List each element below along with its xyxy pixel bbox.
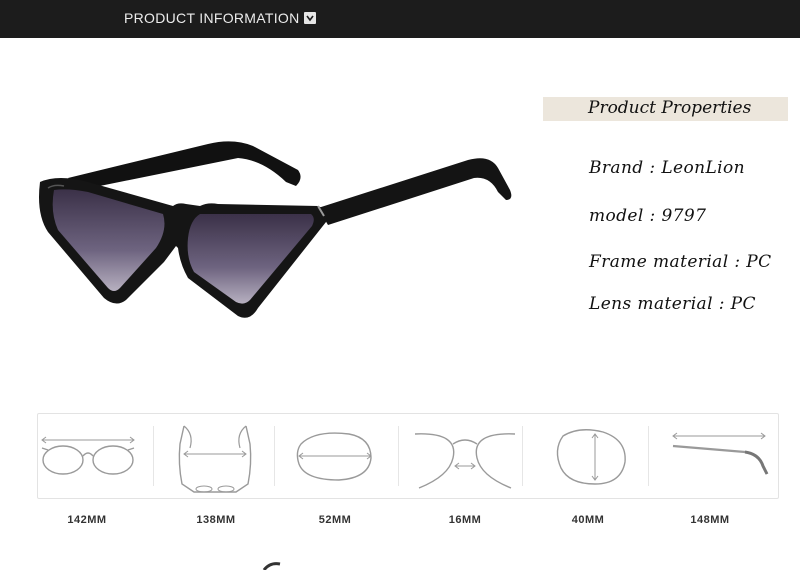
product-image [28, 130, 528, 335]
temple-length-icon [649, 414, 777, 498]
dimension-label-lens-width: 52MM [318, 514, 352, 526]
properties-heading-bar: Product Properties [543, 97, 788, 121]
bridge-width-icon [399, 414, 522, 498]
dimension-label-temple-length: 148MM [690, 514, 730, 526]
chevron-down-icon[interactable] [304, 12, 316, 24]
cropped-image-edge [262, 557, 282, 575]
dimension-label-lens-height: 40MM [571, 514, 605, 526]
section-title: PRODUCT INFORMATION [124, 10, 300, 26]
brand-text: Brand : LeonLion [589, 158, 745, 178]
lens-width-icon [275, 414, 398, 498]
header-bar: PRODUCT INFORMATION [0, 0, 800, 38]
dimension-label-temple-spread: 138MM [196, 514, 236, 526]
dimension-label-frame-width: 142MM [67, 514, 107, 526]
temple-spread-icon [154, 414, 274, 498]
dimension-label-bridge-width: 16MM [448, 514, 482, 526]
lens-height-icon [523, 414, 648, 498]
lens-material-text: Lens material : PC [589, 294, 756, 314]
model-text: model : 9797 [589, 206, 707, 226]
frame-material-text: Frame material : PC [589, 252, 772, 272]
frame-width-icon [38, 414, 153, 498]
properties-heading: Product Properties [588, 98, 752, 118]
dimensions-panel [37, 413, 779, 499]
